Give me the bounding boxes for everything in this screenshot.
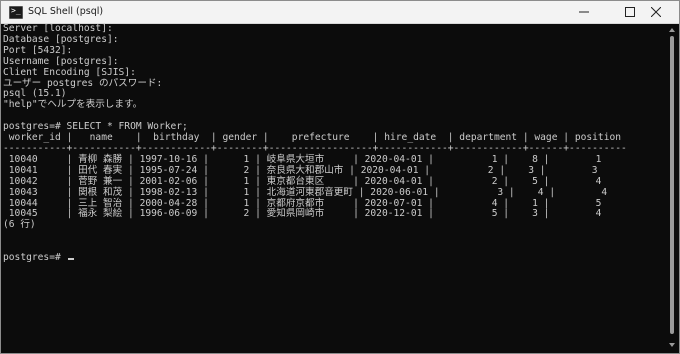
- console-lines: Server [localhost]: Database [postgres]:…: [3, 24, 663, 264]
- terminal-app-icon: >_: [9, 6, 23, 19]
- title-bar[interactable]: >_ SQL Shell (psql): [1, 1, 679, 24]
- result-table-separator: -----------+-----------+------------+---…: [3, 142, 627, 154]
- current-prompt: postgres=#: [3, 252, 67, 264]
- scroll-down-icon[interactable]: [669, 343, 675, 347]
- window-title: SQL Shell (psql): [28, 6, 104, 17]
- scroll-up-icon[interactable]: [669, 28, 675, 32]
- table-row: 10045 | 福永 梨絵 | 1996-06-09 | 2 | 愛知県岡崎市 …: [3, 208, 602, 220]
- console-line: "help"でヘルプを表示します。: [3, 99, 143, 111]
- table-row: 10041 | 田代 春実 | 1995-07-24 | 2 | 奈良県大和郡山…: [3, 164, 598, 176]
- console-line: Username [postgres]:: [3, 55, 119, 67]
- text-cursor: [67, 258, 74, 261]
- table-row: 10042 | 菅野 兼一 | 2001-02-06 | 1 | 東京都台東区 …: [3, 175, 602, 187]
- console-output[interactable]: Server [localhost]: Database [postgres]:…: [3, 24, 663, 353]
- console-line: psql (15.1): [3, 88, 67, 100]
- console-line: Server [localhost]:: [3, 24, 113, 34]
- close-button[interactable]: [633, 1, 679, 23]
- sql-shell-window: >_ SQL Shell (psql) Server [localhost]: …: [0, 0, 680, 354]
- scrollbar-thumb[interactable]: [670, 36, 674, 334]
- close-icon: [651, 7, 661, 17]
- console-line: Port [5432]:: [3, 44, 73, 56]
- terminal-glyph: >_: [11, 6, 21, 15]
- table-row: 10044 | 三上 智治 | 2000-04-28 | 1 | 京都府京都市 …: [3, 197, 602, 209]
- minimize-icon: [579, 11, 589, 13]
- console-line: Client Encoding [SJIS]:: [3, 66, 136, 78]
- minimize-button[interactable]: [561, 1, 607, 23]
- table-row: 10043 | 関根 和茂 | 1998-02-13 | 1 | 北海道河東郡音…: [3, 186, 608, 198]
- console-line: Database [postgres]:: [3, 33, 119, 45]
- console-line: postgres=# SELECT * FROM Worker;: [3, 121, 188, 133]
- result-table-header: worker_id | name | birthday | gender | p…: [3, 132, 622, 144]
- row-count: (6 行): [3, 219, 36, 231]
- console-line: ユーザー postgres のパスワード:: [3, 77, 163, 89]
- table-row: 10040 | 青柳 森勝 | 1997-10-16 | 1 | 岐阜県大垣市 …: [3, 153, 602, 165]
- vertical-scrollbar[interactable]: [666, 24, 678, 353]
